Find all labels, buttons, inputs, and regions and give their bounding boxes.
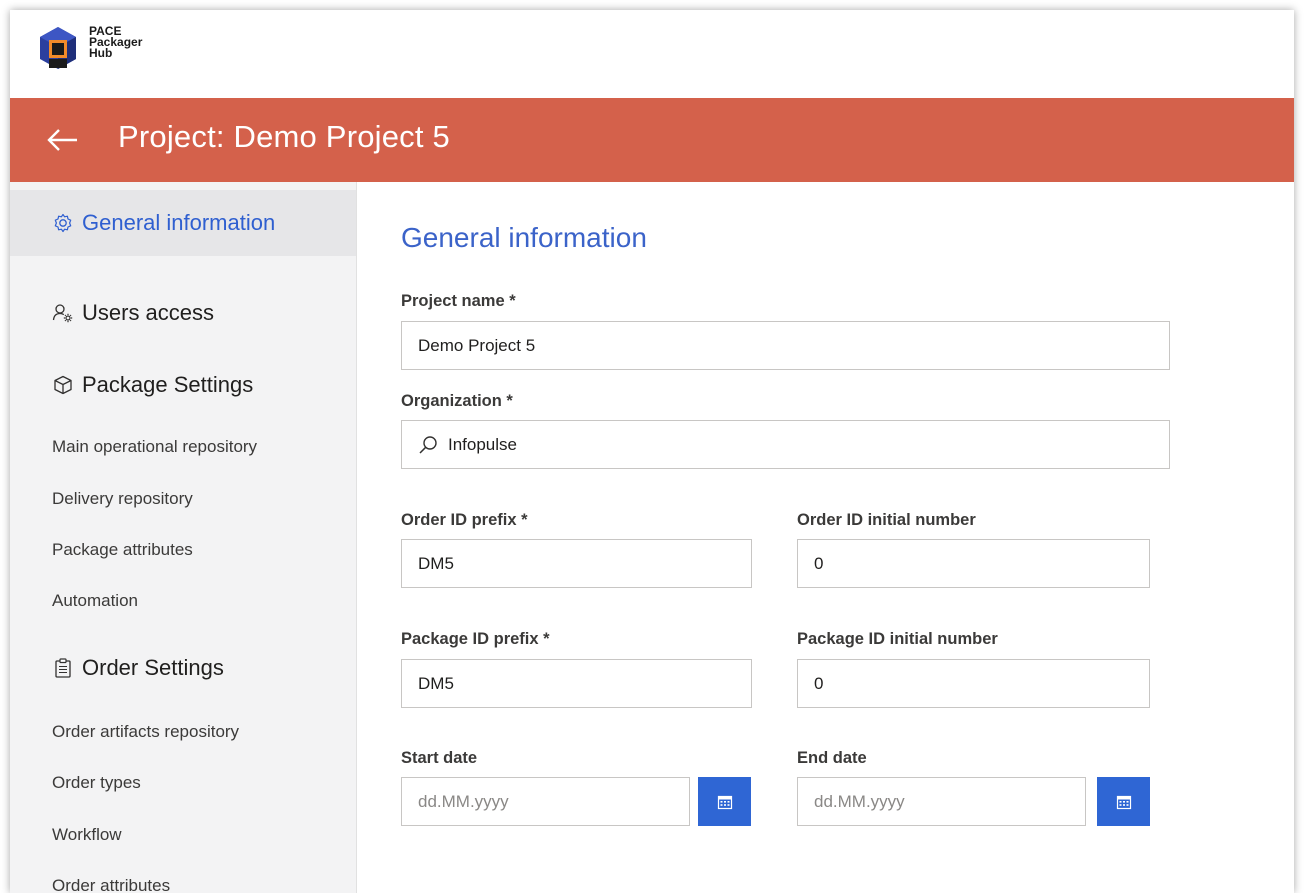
end-date-placeholder: dd.MM.yyyy <box>814 791 905 811</box>
brand-name: PACE Packager Hub <box>89 25 142 60</box>
organization-search-input[interactable]: Infopulse <box>401 420 1170 469</box>
calendar-icon <box>1116 795 1131 809</box>
package-id-initial-number-label: Package ID initial number <box>797 630 998 648</box>
order-id-prefix-value: DM5 <box>418 553 454 573</box>
sidebar-item-order-attributes[interactable]: Order attributes <box>10 863 356 893</box>
sidebar-item-label: Delivery repository <box>52 489 193 508</box>
start-date-placeholder: dd.MM.yyyy <box>418 791 509 811</box>
sidebar-item-workflow[interactable]: Workflow <box>10 812 356 858</box>
start-date-label: Start date <box>401 749 478 767</box>
sidebar-item-label: Users access <box>82 300 215 325</box>
arrow-left-icon[interactable] <box>46 124 80 156</box>
clipboard-icon <box>55 658 71 678</box>
sidebar-section-package-settings[interactable]: Package Settings <box>10 352 356 418</box>
project-header: Project: Demo Project 5 <box>10 98 1294 182</box>
sidebar-item-order-artifacts-repository[interactable]: Order artifacts repository <box>10 709 356 755</box>
settings-sidebar: General information Users access Package… <box>10 182 357 893</box>
order-id-initial-number-input[interactable]: 0 <box>797 539 1150 588</box>
package-id-initial-number-input[interactable]: 0 <box>797 659 1150 708</box>
user-settings-icon <box>52 304 73 323</box>
sidebar-item-main-operational-repository[interactable]: Main operational repository <box>10 424 356 470</box>
sidebar-item-label: General information <box>82 210 276 235</box>
sidebar-item-label: Workflow <box>52 825 122 844</box>
sidebar-section-order-settings[interactable]: Order Settings <box>10 635 356 701</box>
general-information-form: General information Project name * Demo … <box>357 182 1294 893</box>
package-id-prefix-label: Package ID prefix * <box>401 630 550 648</box>
project-name-input[interactable]: Demo Project 5 <box>401 321 1170 370</box>
pace-logo[interactable] <box>38 25 78 75</box>
calendar-icon <box>717 795 732 809</box>
search-icon <box>419 435 437 454</box>
sidebar-item-label: Order types <box>52 773 141 792</box>
project-name-value: Demo Project 5 <box>418 335 536 355</box>
order-id-initial-number-label: Order ID initial number <box>797 511 976 529</box>
sidebar-item-label: Automation <box>52 591 138 610</box>
sidebar-section-label: Package Settings <box>82 372 254 397</box>
sidebar-item-package-attributes[interactable]: Package attributes <box>10 527 356 573</box>
brand-line-3: Hub <box>89 46 113 60</box>
start-date-calendar-button[interactable] <box>698 777 751 826</box>
gear-icon <box>54 213 72 233</box>
order-id-initial-number-value: 0 <box>814 553 824 573</box>
sidebar-item-label: Package attributes <box>52 540 193 559</box>
package-id-initial-number-value: 0 <box>814 673 824 693</box>
order-id-prefix-input[interactable]: DM5 <box>401 539 752 588</box>
order-id-prefix-label: Order ID prefix * <box>401 511 528 529</box>
end-date-input[interactable]: dd.MM.yyyy <box>797 777 1086 826</box>
package-id-prefix-value: DM5 <box>418 673 454 693</box>
organization-label: Organization * <box>401 392 513 410</box>
package-id-prefix-input[interactable]: DM5 <box>401 659 752 708</box>
package-box-icon <box>54 375 72 395</box>
top-bar: PACE Packager Hub <box>10 10 1294 98</box>
app-window: PACE Packager Hub Project: Demo Project … <box>10 10 1294 893</box>
sidebar-item-delivery-repository[interactable]: Delivery repository <box>10 476 356 522</box>
project-name-label: Project name * <box>401 292 516 310</box>
end-date-label: End date <box>797 749 867 767</box>
sidebar-item-general-information[interactable]: General information <box>10 190 356 256</box>
organization-value: Infopulse <box>448 434 517 454</box>
sidebar-item-label: Main operational repository <box>52 437 258 456</box>
sidebar-section-label: Order Settings <box>82 655 224 680</box>
sidebar-item-order-types[interactable]: Order types <box>10 760 356 806</box>
page-title: Project: Demo Project 5 <box>118 119 450 154</box>
sidebar-item-users-access[interactable]: Users access <box>10 280 356 346</box>
section-title: General information <box>401 222 647 253</box>
end-date-calendar-button[interactable] <box>1097 777 1150 826</box>
sidebar-item-label: Order attributes <box>52 876 171 893</box>
start-date-input[interactable]: dd.MM.yyyy <box>401 777 690 826</box>
sidebar-item-automation[interactable]: Automation <box>10 578 356 624</box>
sidebar-item-label: Order artifacts repository <box>52 722 240 741</box>
